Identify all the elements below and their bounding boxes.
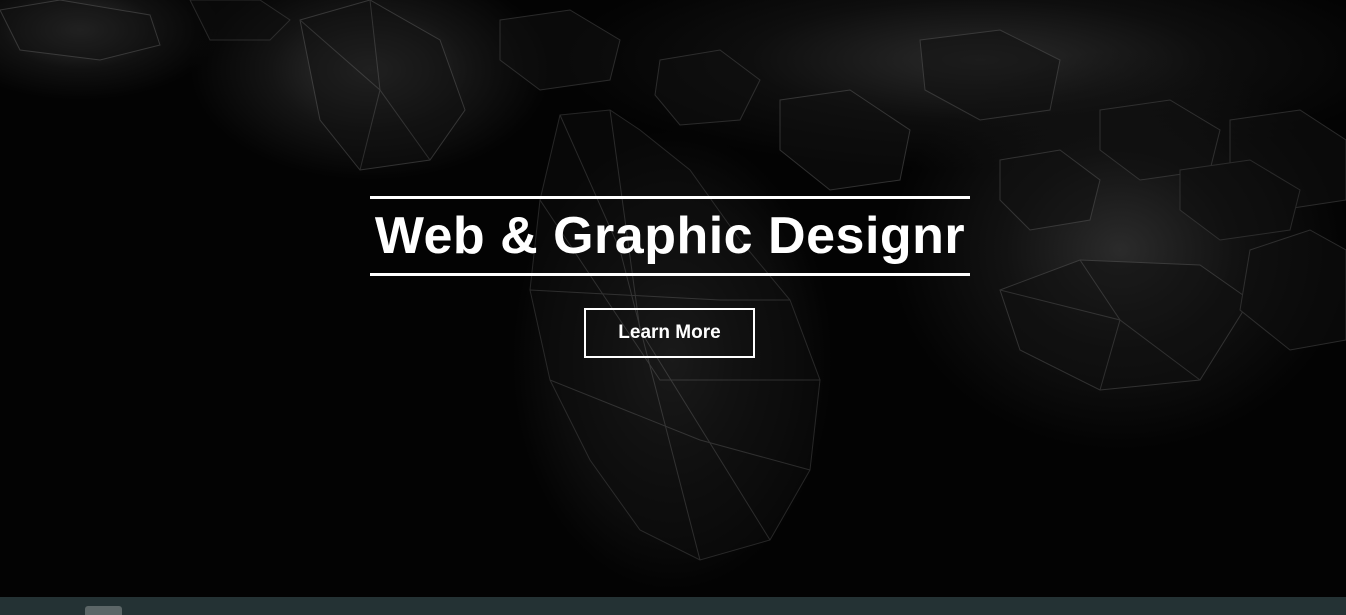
diamonds-background-image — [0, 0, 1346, 561]
hero-title-frame: Web & Graphic Designr — [370, 196, 970, 276]
hero-section: Web & Graphic Designr Learn More — [0, 0, 1346, 597]
learn-more-button[interactable]: Learn More — [584, 308, 755, 358]
hero-title: Web & Graphic Designr — [374, 207, 966, 265]
bottom-tab[interactable] — [85, 606, 122, 615]
bottom-bar — [0, 597, 1346, 615]
